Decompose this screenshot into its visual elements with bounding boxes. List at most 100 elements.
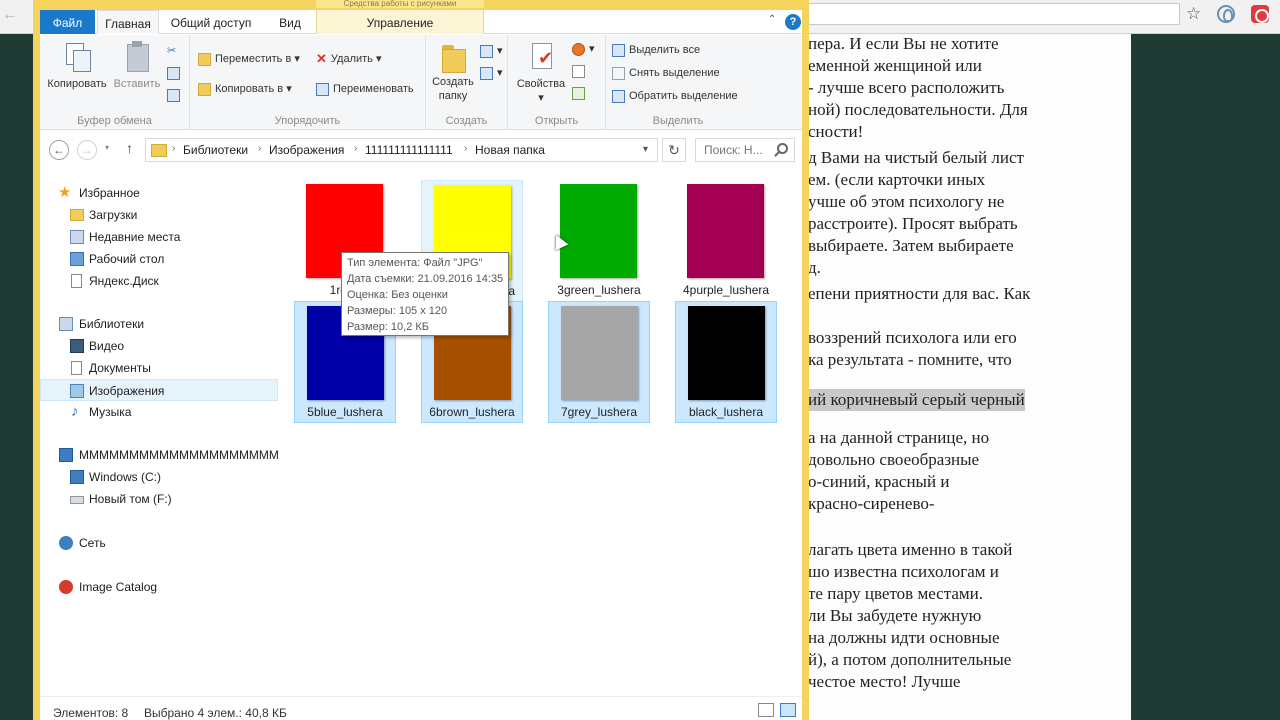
paste-button[interactable]: Вставить — [112, 41, 162, 91]
ribbon-group-label: Упорядочить — [274, 115, 341, 127]
nav-label: Image Catalog — [79, 580, 158, 594]
cut-button[interactable]: ✂ — [167, 43, 180, 59]
copy-button[interactable]: Копировать — [46, 41, 108, 91]
tab-view[interactable]: Вид — [270, 10, 310, 34]
file-view: 1red_2yellow_lushera3green_lushera4purpl… — [282, 170, 802, 695]
breadcrumb-new-folder[interactable]: Новая папка — [475, 143, 545, 157]
copy-label: Копировать — [47, 78, 107, 90]
nav-network[interactable]: Сеть — [40, 532, 278, 554]
copy-path-button[interactable] — [167, 65, 184, 81]
ribbon-collapse-icon[interactable]: ⌃ — [768, 14, 776, 25]
recent-locations-icon[interactable]: ▾ — [105, 143, 109, 152]
nav-image-catalog[interactable]: Image Catalog — [40, 576, 278, 598]
article-line: й), а потом дополнительные — [808, 650, 1012, 669]
nav-computer[interactable]: MMMMMMMMMMMMMMMMMMMM — [40, 444, 278, 466]
documents-icon — [71, 361, 82, 375]
breadcrumb-folder[interactable]: 111111111111111 — [365, 143, 453, 157]
large-icons-view-icon[interactable] — [780, 703, 796, 717]
search-icon[interactable] — [777, 143, 788, 154]
breadcrumb-separator-icon[interactable]: › — [464, 143, 467, 154]
tab-share[interactable]: Общий доступ — [166, 10, 256, 34]
rename-button[interactable]: Переименовать — [316, 81, 414, 97]
file-item[interactable]: black_lushera — [675, 301, 777, 423]
new-folder-button[interactable]: Создать папку — [428, 41, 478, 103]
select-all-icon — [612, 43, 625, 57]
article-line: расстроите). Просят выбрать — [808, 214, 1018, 233]
address-bar[interactable]: › Библиотеки › Изображения › 11111111111… — [145, 138, 658, 162]
article-line: выбираете. Затем выбираете — [808, 236, 1014, 255]
copy-to-button[interactable]: Копировать в ▾ — [198, 81, 292, 97]
extension-red-icon[interactable] — [1251, 5, 1269, 23]
browser-address-bar[interactable] — [760, 3, 1180, 25]
nav-drive-f[interactable]: Новый том (F:) — [40, 488, 278, 510]
search-input[interactable] — [702, 140, 776, 160]
file-item[interactable]: 4purple_lushera — [675, 180, 777, 302]
nav-favorites[interactable]: ★ Избранное — [40, 182, 278, 204]
browser-back-icon[interactable]: ← — [2, 6, 18, 24]
properties-icon — [526, 41, 556, 73]
ribbon-group-create: Создать папку ▾ ▾ Создать — [426, 35, 508, 130]
window-frame — [802, 0, 809, 720]
delete-button[interactable]: ✕ Удалить ▾ — [316, 51, 381, 67]
page-background — [1131, 34, 1280, 720]
nav-yandex-disk[interactable]: Яндекс.Диск — [40, 270, 278, 292]
file-name: 3green_lushera — [557, 283, 641, 297]
article-line: д Вами на чистый белый лист — [808, 148, 1024, 167]
nav-recent[interactable]: Недавние места — [40, 226, 278, 248]
select-all-button[interactable]: Выделить все — [612, 42, 700, 58]
tab-file[interactable]: Файл — [40, 10, 95, 34]
select-none-button[interactable]: Снять выделение — [612, 65, 720, 81]
nav-libraries[interactable]: Библиотеки — [40, 313, 278, 335]
tooltip-dimensions: Размеры: 105 x 120 — [347, 305, 448, 317]
back-arrow-icon[interactable]: ← — [49, 140, 69, 160]
address-dropdown-icon[interactable]: ▾ — [643, 144, 648, 155]
article-line: д. — [808, 258, 821, 277]
article-line: ий коричневый серый черный — [808, 389, 1025, 411]
tab-home[interactable]: Главная — [97, 10, 159, 34]
nav-documents[interactable]: Документы — [40, 357, 278, 379]
details-view-icon[interactable] — [758, 703, 774, 717]
breadcrumb-libraries[interactable]: Библиотеки — [183, 143, 248, 157]
nav-label: MMMMMMMMMMMMMMMMMMMM — [79, 448, 278, 462]
ribbon: Копировать Вставить ✂ Буфер обмена Перем… — [40, 35, 802, 130]
properties-button[interactable]: Свойства▾ — [512, 41, 570, 105]
easy-access-button[interactable]: ▾ — [480, 65, 503, 81]
breadcrumb-separator-icon[interactable]: › — [354, 143, 357, 154]
open-button[interactable]: ▾ — [572, 41, 595, 57]
breadcrumb-images[interactable]: Изображения — [269, 143, 344, 157]
paste-shortcut-button[interactable] — [167, 87, 184, 103]
copy-to-label: Копировать в — [215, 83, 284, 95]
invert-selection-button[interactable]: Обратить выделение — [612, 88, 738, 104]
tab-manage[interactable]: Управление — [316, 10, 484, 34]
extension-icon[interactable] — [1217, 5, 1235, 23]
nav-label: Сеть — [79, 536, 106, 550]
breadcrumb-separator-icon[interactable]: › — [172, 143, 175, 154]
window-frame — [33, 0, 40, 720]
article-line: сности! — [808, 122, 864, 141]
refresh-icon[interactable]: ↻ — [662, 138, 686, 162]
new-item-button[interactable]: ▾ — [480, 43, 503, 59]
star-icon: ★ — [58, 184, 72, 201]
nav-images[interactable]: Изображения — [40, 379, 278, 401]
nav-video[interactable]: Видео — [40, 335, 278, 357]
help-button[interactable]: ? — [785, 14, 801, 30]
nav-drive-c[interactable]: Windows (C:) — [40, 466, 278, 488]
select-none-label: Снять выделение — [629, 67, 720, 79]
edit-button[interactable] — [572, 63, 589, 79]
move-to-button[interactable]: Переместить в ▾ — [198, 51, 300, 67]
forward-arrow-icon[interactable]: → — [77, 140, 97, 160]
bookmark-star-icon[interactable]: ☆ — [1186, 4, 1201, 24]
desktop-icon — [70, 252, 84, 266]
file-item[interactable]: 7grey_lushera — [548, 301, 650, 423]
breadcrumb-separator-icon[interactable]: › — [258, 143, 261, 154]
folder-icon — [151, 144, 167, 157]
nav-desktop[interactable]: Рабочий стол — [40, 248, 278, 270]
tooltip-date: Дата съемки: 21.09.2016 14:35 — [347, 273, 504, 285]
history-button[interactable] — [572, 85, 589, 101]
nav-label: Изображения — [89, 384, 165, 398]
up-arrow-icon[interactable]: ↑ — [126, 140, 133, 156]
windows-drive-icon — [70, 470, 84, 484]
file-thumbnail — [560, 184, 637, 278]
nav-downloads[interactable]: Загрузки — [40, 204, 278, 226]
nav-music[interactable]: ♪ Музыка — [40, 401, 278, 423]
